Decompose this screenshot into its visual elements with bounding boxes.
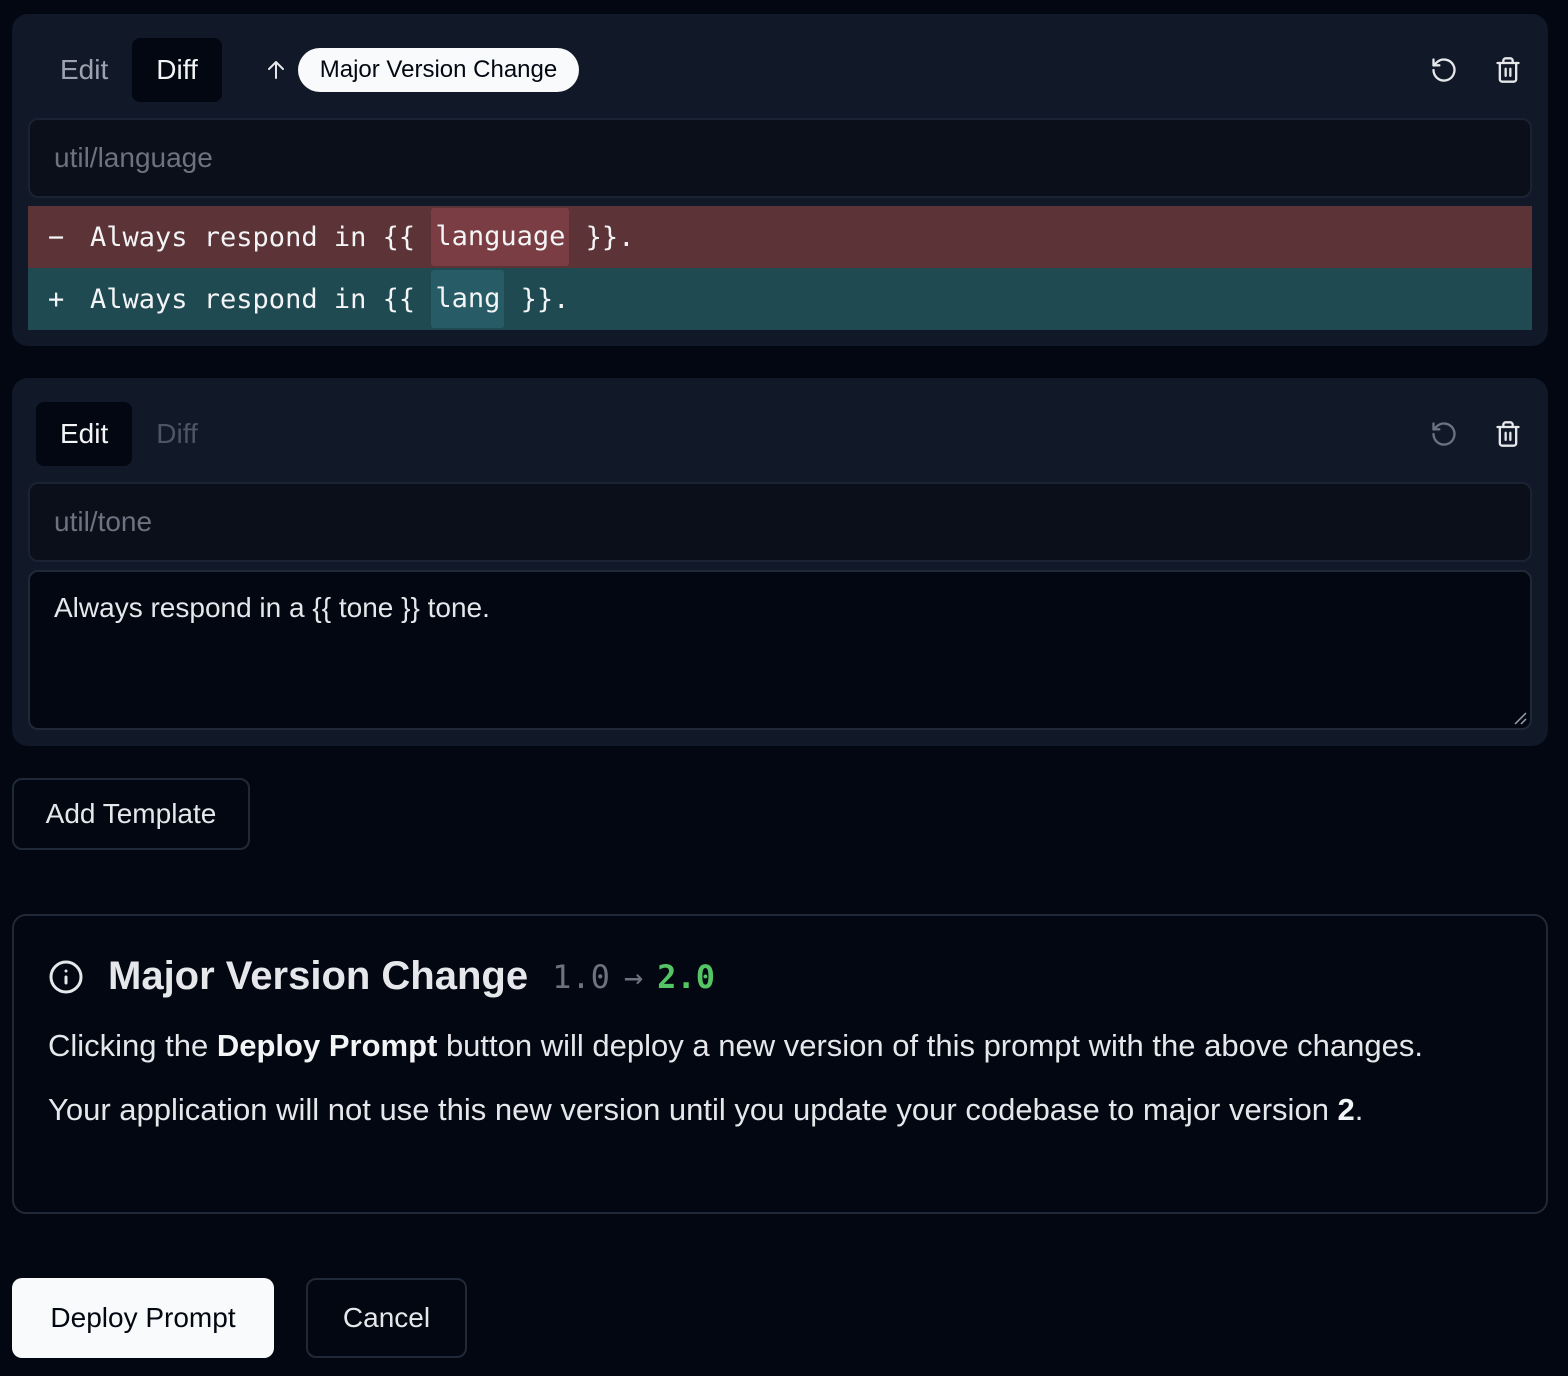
cancel-button[interactable]: Cancel bbox=[306, 1278, 467, 1358]
diff-text: Always respond in {{ bbox=[90, 283, 432, 315]
version-to: 2.0 bbox=[657, 957, 715, 996]
alert-text: Your application will not use this new v… bbox=[48, 1092, 1338, 1127]
alert-paragraph: Your application will not use this new v… bbox=[48, 1086, 1488, 1134]
delete-button[interactable] bbox=[1490, 416, 1526, 452]
template-card: Edit Diff Major Version Change util/lang… bbox=[12, 14, 1548, 346]
undo-icon bbox=[1432, 422, 1456, 446]
tab-diff[interactable]: Diff bbox=[132, 402, 222, 466]
delete-button[interactable] bbox=[1490, 52, 1526, 88]
trash-icon bbox=[1496, 57, 1520, 83]
undo-icon bbox=[1432, 58, 1456, 82]
alert-paragraph: Clicking the Deploy Prompt button will d… bbox=[48, 1022, 1488, 1070]
view-tabs: Edit Diff Major Version Change bbox=[36, 38, 580, 102]
resize-handle-icon[interactable] bbox=[1512, 710, 1528, 726]
diff-text: }}. bbox=[504, 283, 570, 315]
diff-line-added: + Always respond in {{ lang }}. bbox=[28, 268, 1532, 330]
diff-highlight: lang bbox=[431, 270, 505, 328]
alert-body: Clicking the Deploy Prompt button will d… bbox=[48, 1022, 1488, 1134]
template-content-textarea[interactable]: Always respond in a {{ tone }} tone. bbox=[28, 570, 1532, 730]
revert-button[interactable] bbox=[1426, 416, 1462, 452]
diff-text: }}. bbox=[569, 221, 635, 253]
tab-edit[interactable]: Edit bbox=[36, 38, 132, 102]
alert-text: button will deploy a new version of this… bbox=[437, 1028, 1424, 1063]
diff-sign: − bbox=[48, 221, 65, 253]
arrow-right-icon: → bbox=[623, 957, 644, 996]
alert-header: Major Version Change 1.0 → 2.0 bbox=[48, 954, 715, 999]
diff-line-removed: − Always respond in {{ language }}. bbox=[28, 206, 1532, 268]
add-template-button[interactable]: Add Template bbox=[12, 778, 250, 850]
revert-button[interactable] bbox=[1426, 52, 1462, 88]
template-name-field[interactable]: util/language bbox=[28, 118, 1532, 198]
alert-text: Clicking the bbox=[48, 1028, 217, 1063]
version-from: 1.0 bbox=[552, 957, 610, 996]
diff-highlight: language bbox=[431, 208, 570, 266]
arrow-up-icon bbox=[267, 61, 284, 79]
alert-text-bold: Deploy Prompt bbox=[216, 1028, 438, 1063]
version-change-badge: Major Version Change bbox=[297, 48, 580, 92]
diff-text: Always respond in {{ bbox=[90, 221, 432, 253]
alert-text-bold: 2 bbox=[1337, 1092, 1355, 1127]
trash-icon bbox=[1496, 421, 1520, 447]
diff-sign: + bbox=[48, 283, 65, 315]
alert-text: . bbox=[1354, 1092, 1364, 1127]
template-name-field[interactable]: util/tone bbox=[28, 482, 1532, 562]
alert-title: Major Version Change bbox=[108, 954, 529, 998]
version-change-alert: Major Version Change 1.0 → 2.0 Clicking … bbox=[12, 914, 1548, 1214]
tab-edit[interactable]: Edit bbox=[36, 402, 133, 466]
deploy-prompt-button[interactable]: Deploy Prompt bbox=[12, 1278, 274, 1358]
tab-diff[interactable]: Diff bbox=[132, 38, 222, 102]
template-content-text: Always respond in a {{ tone }} tone. bbox=[54, 592, 490, 623]
diff-view: − Always respond in {{ language }}. + Alwa… bbox=[28, 206, 1532, 330]
info-icon bbox=[49, 960, 83, 993]
view-tabs: Edit Diff bbox=[36, 402, 222, 466]
template-card: Edit Diff util/tone Always respond in a … bbox=[12, 378, 1548, 746]
version-change-indicator: Major Version Change bbox=[264, 48, 580, 92]
